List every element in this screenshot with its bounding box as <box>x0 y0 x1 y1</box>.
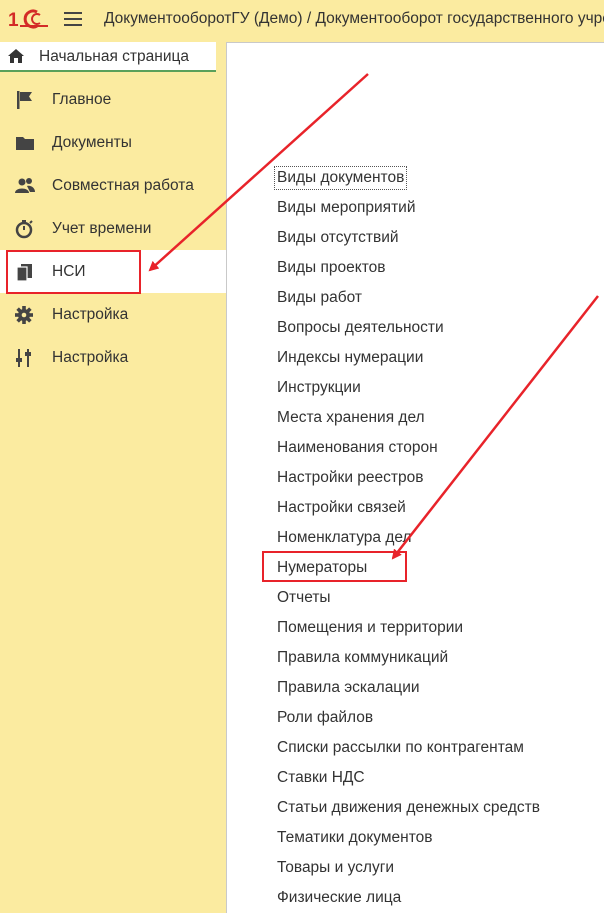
list-item[interactable]: Тематики документов <box>277 827 432 849</box>
list-item[interactable]: Места хранения дел <box>277 407 425 429</box>
tab-home-label: Начальная страница <box>39 48 189 65</box>
sidebar-item-label: Совместная работа <box>52 177 194 194</box>
1c-logo-icon[interactable]: 1 <box>8 8 50 30</box>
gear-icon <box>15 306 33 324</box>
list-item[interactable]: Статьи движения денежных средств <box>277 797 540 819</box>
folder-icon <box>16 137 34 150</box>
app-window: 1 ДокументооборотГУ (Демо) / Документооб… <box>0 0 604 913</box>
list-item[interactable]: Вопросы деятельности <box>277 317 444 339</box>
app-title: ДокументооборотГУ (Демо) / Документообор… <box>104 10 604 27</box>
numerators-highlight-box <box>262 551 407 582</box>
sidebar-item-label: Настройка <box>52 306 129 323</box>
users-icon <box>15 178 35 193</box>
list-item[interactable]: Физические лица <box>277 887 401 909</box>
svg-text:1: 1 <box>8 10 19 30</box>
list-item[interactable]: Виды мероприятий <box>277 197 416 219</box>
list-item[interactable]: Настройки связей <box>277 497 406 519</box>
list-item[interactable]: Виды проектов <box>277 257 385 279</box>
sidebar-item-collaboration[interactable]: Совместная работа <box>0 164 226 207</box>
sliders-icon <box>16 349 31 367</box>
list-item[interactable]: Отчеты <box>277 587 331 609</box>
top-bar: 1 ДокументооборотГУ (Демо) / Документооб… <box>0 0 604 38</box>
list-item[interactable]: Товары и услуги <box>277 857 394 879</box>
list-item[interactable]: Помещения и территории <box>277 617 463 639</box>
tab-home[interactable]: Начальная страница <box>0 42 216 72</box>
sidebar-item-label: Документы <box>52 134 132 151</box>
menu-icon[interactable] <box>63 10 83 28</box>
stopwatch-icon <box>15 220 33 239</box>
nsi-highlight-box <box>6 250 141 294</box>
sidebar-item-settings[interactable]: Настройка <box>0 293 226 336</box>
list-item[interactable]: Виды отсутствий <box>277 227 399 249</box>
home-icon <box>8 49 24 63</box>
sidebar-item-main[interactable]: Главное <box>0 78 226 121</box>
list-item[interactable]: Наименования сторон <box>277 437 438 459</box>
sidebar-item-time-tracking[interactable]: Учет времени <box>0 207 226 250</box>
list-item[interactable]: Роли файлов <box>277 707 373 729</box>
flag-icon <box>17 91 32 109</box>
list-item[interactable]: Списки рассылки по контрагентам <box>277 737 524 759</box>
list-item[interactable]: Виды работ <box>277 287 362 309</box>
list-item[interactable]: Ставки НДС <box>277 767 365 789</box>
list-item-document-types[interactable]: Виды документов <box>273 166 408 190</box>
list-item[interactable]: Правила эскалации <box>277 677 420 699</box>
list-item[interactable]: Номенклатура дел <box>277 527 412 549</box>
sidebar-item-label: Настройка <box>52 349 129 366</box>
sidebar-item-label: Учет времени <box>52 220 152 237</box>
sidebar-item-documents[interactable]: Документы <box>0 121 226 164</box>
sidebar-item-settings-2[interactable]: Настройка <box>0 336 226 379</box>
list-item[interactable]: Инструкции <box>277 377 361 399</box>
list-item[interactable]: Правила коммуникаций <box>277 647 448 669</box>
list-item[interactable]: Индексы нумерации <box>277 347 423 369</box>
sidebar-item-label: Главное <box>52 91 112 108</box>
list-item[interactable]: Настройки реестров <box>277 467 424 489</box>
sidebar: Главное Документы Совместная работа Учет… <box>0 78 226 913</box>
